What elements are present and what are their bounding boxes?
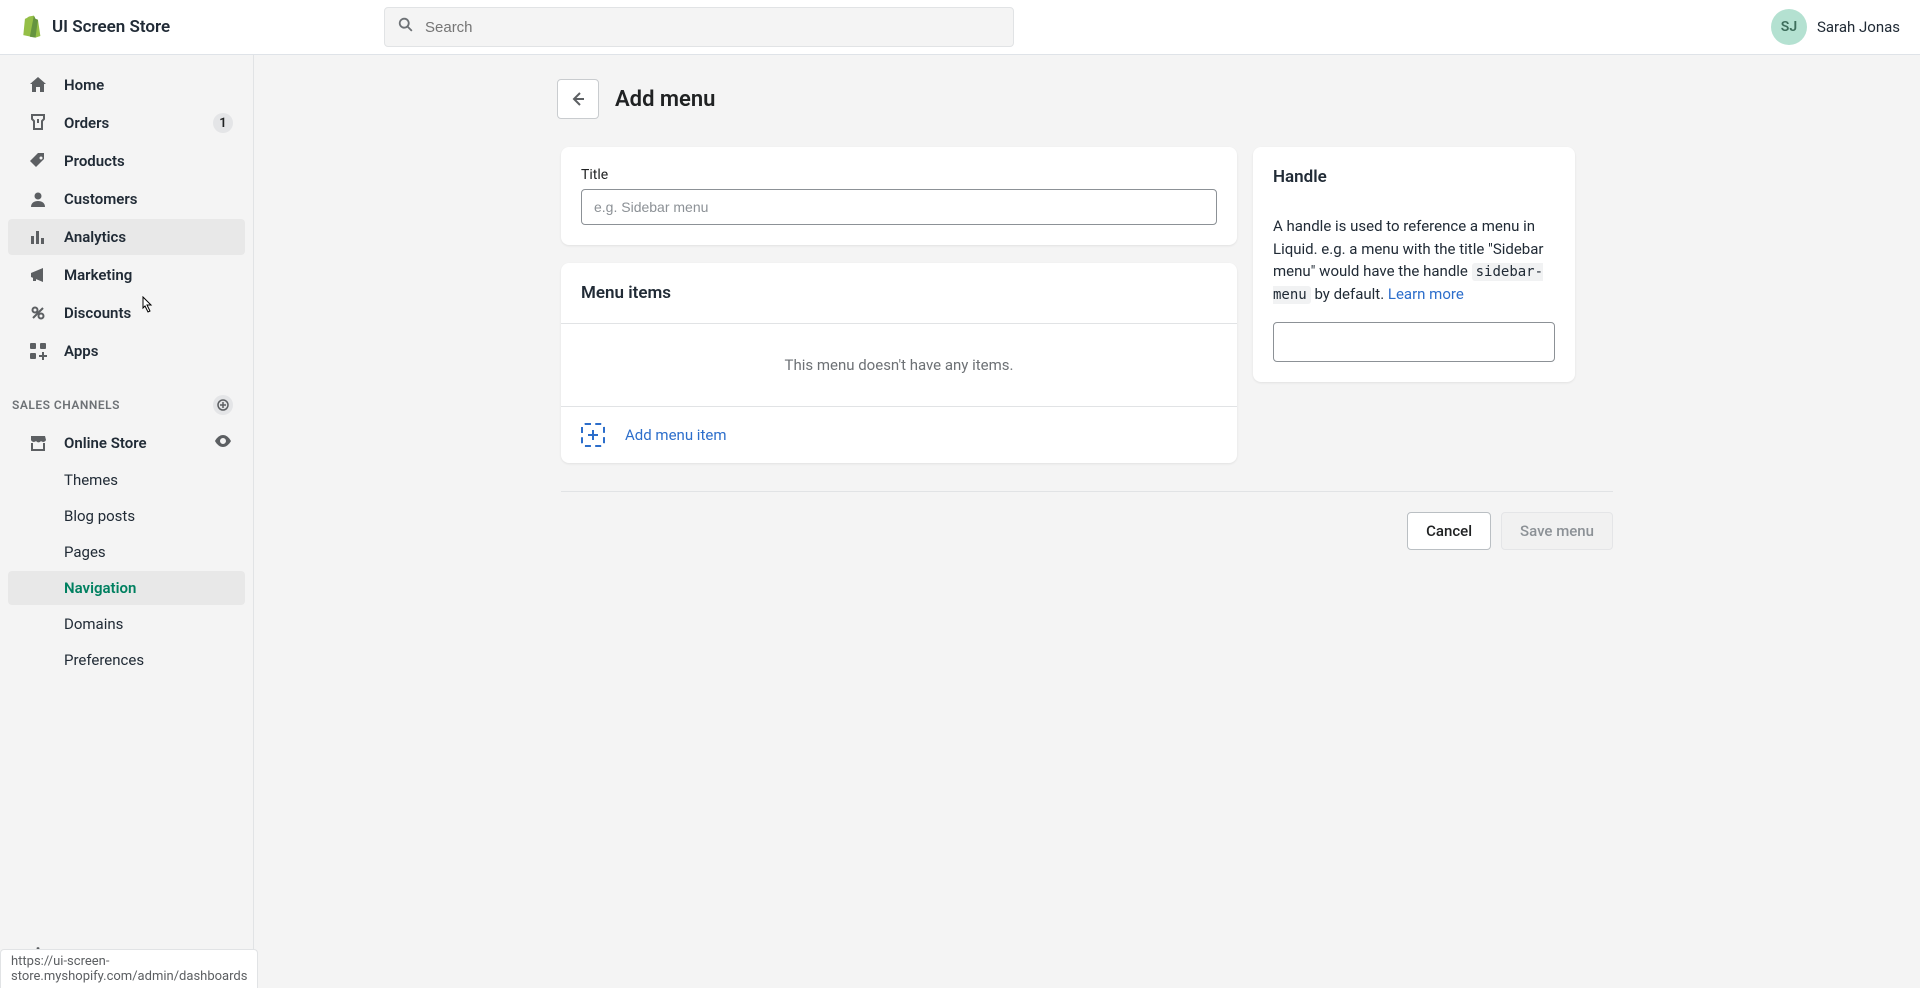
products-icon: [28, 151, 48, 171]
sidebar-item-label: Home: [64, 76, 104, 94]
add-menu-item-button[interactable]: Add menu item: [561, 406, 1237, 463]
sidebar-item-apps[interactable]: Apps: [8, 333, 245, 369]
learn-more-link[interactable]: Learn more: [1388, 285, 1464, 303]
sidebar-item-discounts[interactable]: Discounts: [8, 295, 245, 331]
sidebar-item-label: Products: [64, 152, 125, 170]
analytics-icon: [28, 227, 48, 247]
save-menu-button: Save menu: [1501, 512, 1613, 550]
search-bar[interactable]: [384, 7, 1014, 47]
discounts-icon: [28, 303, 48, 323]
sidebar-item-products[interactable]: Products: [8, 143, 245, 179]
handle-input[interactable]: [1273, 322, 1555, 362]
apps-icon: [28, 341, 48, 361]
avatar: SJ: [1771, 9, 1807, 45]
marketing-icon: [28, 265, 48, 285]
sidebar-item-label: Orders: [64, 114, 109, 132]
add-channel-button[interactable]: [213, 395, 233, 415]
sidebar-item-label: Customers: [64, 190, 137, 208]
sub-item-blog-posts[interactable]: Blog posts: [8, 499, 245, 533]
search-input[interactable]: [425, 19, 1001, 36]
add-menu-item-label: Add menu item: [625, 426, 726, 444]
sub-item-preferences[interactable]: Preferences: [8, 643, 245, 677]
sidebar-item-analytics[interactable]: Analytics: [8, 219, 245, 255]
view-store-icon[interactable]: [213, 431, 233, 455]
handle-card: Handle A handle is used to reference a m…: [1253, 147, 1575, 382]
sidebar-item-online-store[interactable]: Online Store: [8, 425, 245, 461]
sub-item-themes[interactable]: Themes: [8, 463, 245, 497]
customers-icon: [28, 189, 48, 209]
page-title: Add menu: [615, 87, 715, 112]
user-name: Sarah Jonas: [1817, 18, 1900, 36]
sidebar-item-customers[interactable]: Customers: [8, 181, 245, 217]
sidebar-item-home[interactable]: Home: [8, 67, 245, 103]
menu-items-title: Menu items: [561, 263, 1237, 323]
handle-title: Handle: [1273, 167, 1555, 187]
sidebar-item-label: Analytics: [64, 228, 126, 246]
title-card: Title: [561, 147, 1237, 245]
cancel-button[interactable]: Cancel: [1407, 512, 1491, 550]
shopify-logo-icon: [16, 14, 42, 40]
store-name: UI Screen Store: [52, 17, 170, 37]
sub-item-domains[interactable]: Domains: [8, 607, 245, 641]
handle-description: A handle is used to reference a menu in …: [1273, 215, 1555, 306]
sidebar-item-marketing[interactable]: Marketing: [8, 257, 245, 293]
sidebar-item-label: Marketing: [64, 266, 132, 284]
sidebar-item-label: Apps: [64, 342, 98, 360]
orders-badge: 1: [213, 113, 233, 133]
search-icon: [397, 16, 415, 38]
menu-title-input[interactable]: [581, 189, 1217, 225]
add-icon: [581, 423, 605, 447]
menu-items-card: Menu items This menu doesn't have any it…: [561, 263, 1237, 463]
title-label: Title: [581, 167, 1217, 183]
sidebar-item-label: Online Store: [64, 434, 147, 452]
orders-icon: [28, 113, 48, 133]
status-bar-url: https://ui-screen-store.myshopify.com/ad…: [0, 949, 258, 988]
home-icon: [28, 75, 48, 95]
back-button[interactable]: [557, 79, 599, 119]
sidebar-item-label: Discounts: [64, 304, 131, 322]
sidebar: Home Orders 1 Products Customers Analyti…: [0, 55, 254, 988]
user-menu[interactable]: SJ Sarah Jonas: [1771, 9, 1900, 45]
sidebar-item-orders[interactable]: Orders 1: [8, 105, 245, 141]
footer-separator: [561, 491, 1613, 492]
sub-item-pages[interactable]: Pages: [8, 535, 245, 569]
sub-item-navigation[interactable]: Navigation: [8, 571, 245, 605]
sales-channels-title: SALES CHANNELS: [12, 398, 120, 412]
store-icon: [28, 433, 48, 453]
empty-message: This menu doesn't have any items.: [561, 323, 1237, 406]
sales-channels-header: SALES CHANNELS: [0, 371, 253, 425]
